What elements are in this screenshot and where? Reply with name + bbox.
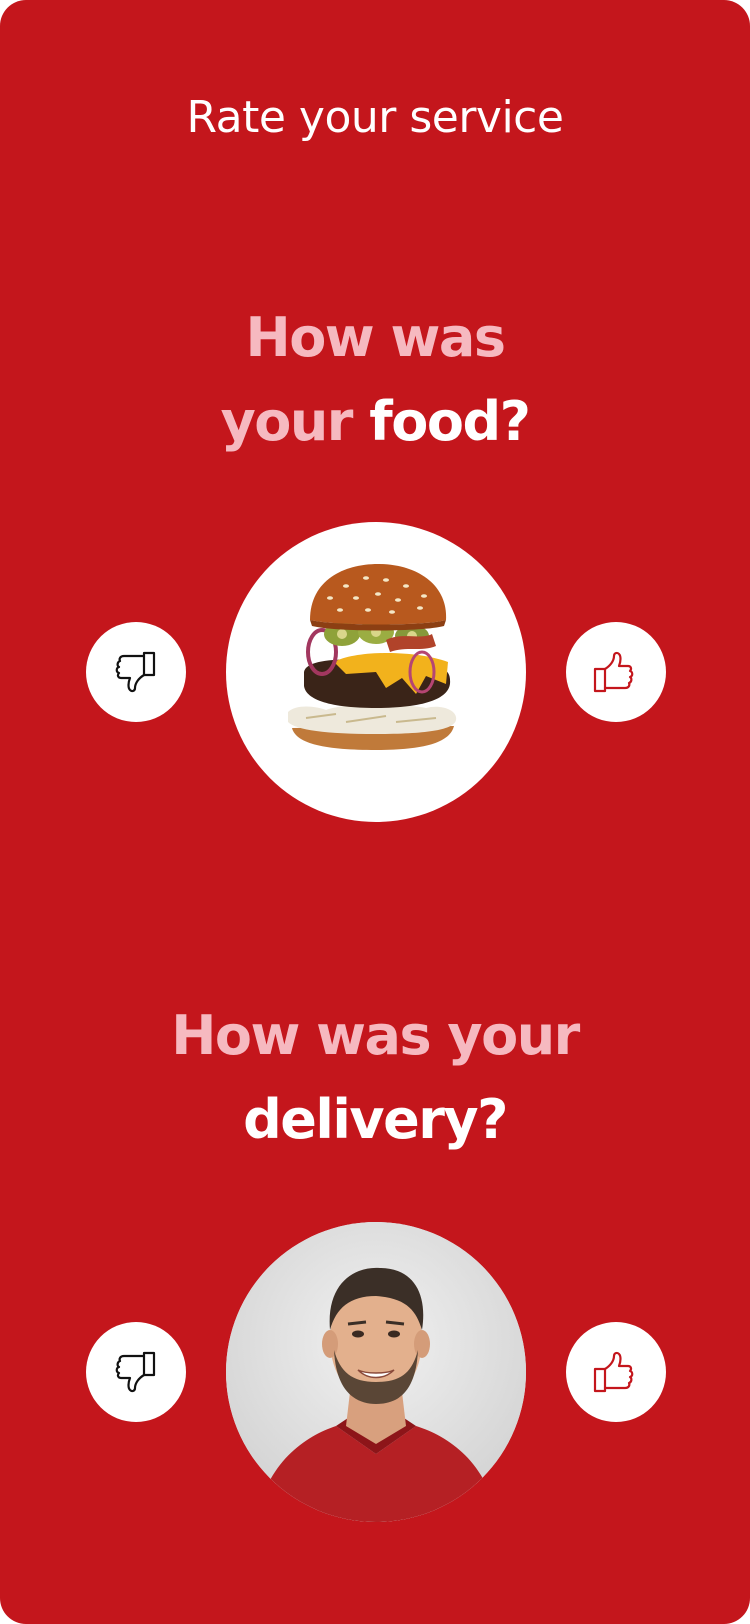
rating-screen: Rate your service How was your food? How… <box>0 0 750 1624</box>
delivery-person-image <box>226 1222 526 1522</box>
burger-illustration <box>288 564 457 750</box>
delivery-question-keyword: delivery? <box>243 1088 508 1151</box>
burger-image <box>226 522 526 822</box>
food-question-keyword: food? <box>369 390 531 453</box>
delivery-dislike-button[interactable] <box>86 1322 186 1422</box>
delivery-person-illustration <box>226 1222 526 1522</box>
thumbs-up-icon <box>593 1351 634 1393</box>
thumbs-down-icon <box>115 1351 156 1393</box>
food-like-button[interactable] <box>566 622 666 722</box>
food-question-line1: How was <box>245 306 506 369</box>
thumbs-down-icon <box>115 651 156 693</box>
page-title: Rate your service <box>186 92 564 143</box>
food-dislike-button[interactable] <box>86 622 186 722</box>
delivery-like-button[interactable] <box>566 1322 666 1422</box>
delivery-question-line1: How was your <box>171 1004 580 1067</box>
thumbs-up-icon <box>593 651 634 693</box>
delivery-question: How was your delivery? <box>0 994 750 1162</box>
food-question: How was your food? <box>0 296 750 464</box>
food-question-your: your <box>220 390 354 453</box>
